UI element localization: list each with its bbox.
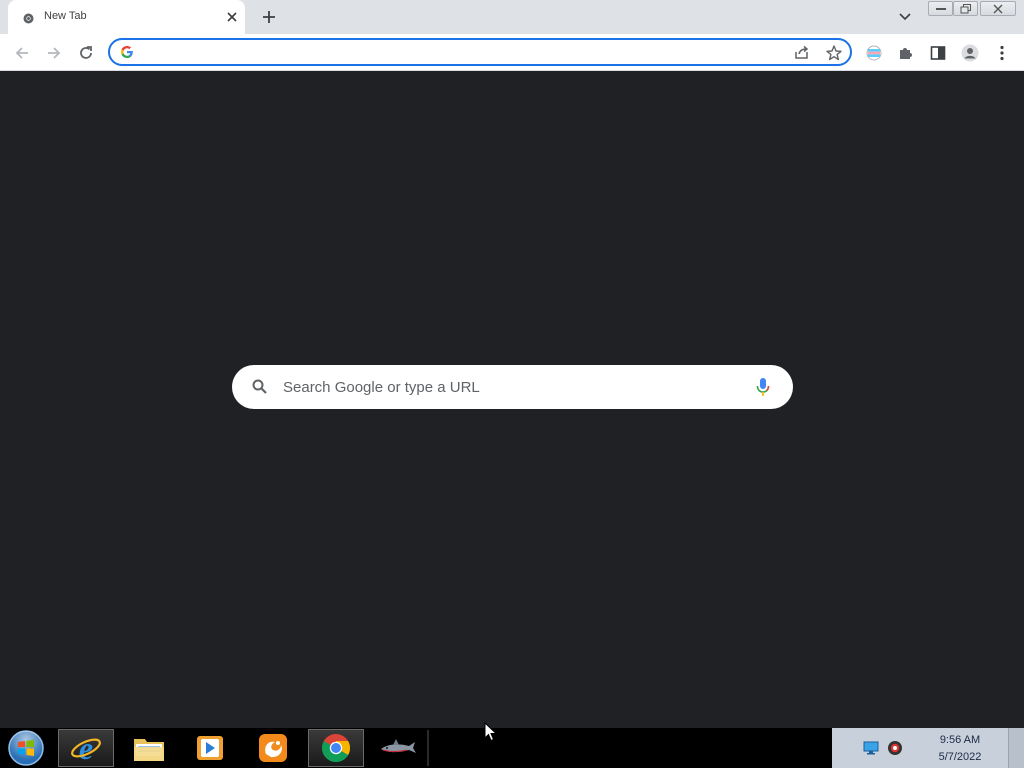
chrome-favicon-icon: [23, 11, 34, 24]
windows-taskbar: e 9:56 AM 5/7/2022: [0, 728, 1024, 768]
clock-date[interactable]: 5/7/2022: [932, 751, 988, 763]
more-menu-icon[interactable]: [991, 42, 1013, 64]
show-desktop-button[interactable]: [1008, 728, 1024, 768]
start-button[interactable]: [6, 729, 46, 767]
side-panel-icon[interactable]: [927, 42, 949, 64]
media-player-icon: [197, 736, 223, 760]
minimize-icon: [935, 7, 946, 10]
taskbar-uc-browser[interactable]: [245, 729, 301, 767]
recorder-icon[interactable]: [887, 740, 903, 756]
tab-new-tab[interactable]: New Tab: [8, 0, 245, 34]
system-tray: 9:56 AM 5/7/2022: [832, 728, 1008, 768]
close-icon: [993, 4, 1003, 13]
bookmark-star-icon[interactable]: [824, 43, 844, 63]
network-monitor-icon[interactable]: [863, 741, 879, 755]
taskbar-internet-explorer[interactable]: e: [58, 729, 114, 767]
taskbar-file-explorer[interactable]: [121, 729, 177, 767]
taskbar-divider: [427, 730, 429, 766]
taskbar-chrome[interactable]: [308, 729, 364, 767]
browser-toolbar: [0, 34, 1024, 71]
chrome-icon: [322, 734, 350, 762]
close-window-button[interactable]: [980, 1, 1016, 16]
tab-strip: New Tab: [0, 0, 1024, 34]
back-arrow-icon[interactable]: [11, 42, 33, 64]
microphone-icon[interactable]: [754, 376, 772, 398]
windows-logo-icon: [8, 730, 44, 766]
mouse-pointer-icon: [484, 721, 498, 742]
extension-flag-icon[interactable]: [863, 42, 885, 64]
close-tab-icon[interactable]: [224, 9, 240, 25]
taskbar-game[interactable]: [370, 729, 426, 767]
google-g-icon: [120, 45, 134, 59]
internet-explorer-icon: e: [71, 732, 101, 764]
desktop-screen: New Tab Search Google or type a URL e 9:…: [0, 0, 1024, 768]
minimize-window-button[interactable]: [928, 1, 953, 16]
new-tab-search-box[interactable]: Search Google or type a URL: [232, 365, 793, 409]
new-tab-plus-icon[interactable]: [258, 6, 280, 28]
uc-browser-icon: [259, 734, 287, 762]
restore-icon: [960, 3, 971, 13]
profile-avatar-icon[interactable]: [959, 42, 981, 64]
search-icon: [251, 378, 269, 396]
clock-time[interactable]: 9:56 AM: [932, 734, 988, 746]
taskbar-media-player[interactable]: [182, 729, 238, 767]
extensions-puzzle-icon[interactable]: [895, 42, 917, 64]
address-bar[interactable]: [108, 38, 852, 66]
shark-game-icon: [381, 739, 416, 753]
address-input[interactable]: [142, 43, 782, 61]
search-placeholder: Search Google or type a URL: [283, 379, 480, 396]
forward-arrow-icon[interactable]: [43, 42, 65, 64]
share-icon[interactable]: [792, 43, 812, 63]
new-tab-page: Search Google or type a URL: [0, 71, 1024, 728]
reload-icon[interactable]: [75, 42, 97, 64]
svg-text:e: e: [79, 732, 93, 764]
chevron-down-icon[interactable]: [895, 8, 915, 26]
folder-icon: [134, 739, 164, 761]
tab-title: New Tab: [44, 10, 87, 22]
restore-window-button[interactable]: [953, 1, 978, 16]
